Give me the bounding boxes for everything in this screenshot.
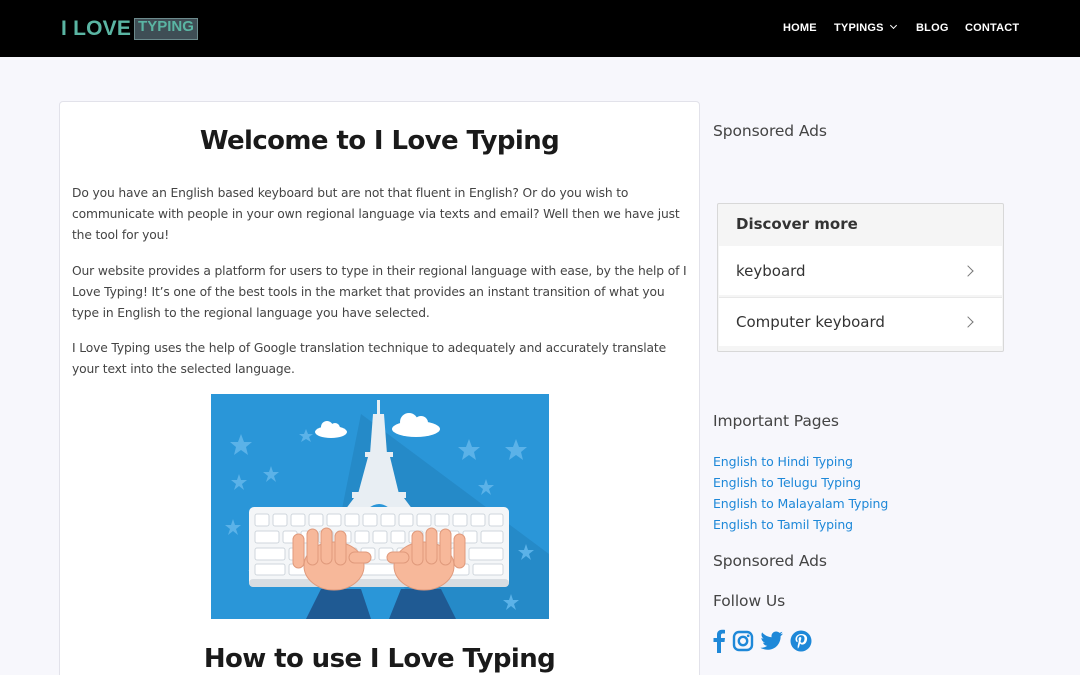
- instagram-icon[interactable]: [732, 630, 754, 656]
- twitter-icon[interactable]: [760, 631, 784, 655]
- chevron-right-icon: [962, 264, 974, 277]
- main-content-card: Welcome to I Love Typing Do you have an …: [59, 101, 700, 675]
- discover-item-label: Computer keyboard: [736, 313, 885, 331]
- nav-home[interactable]: HOME: [783, 22, 817, 34]
- logo-text-i-love: I LOVE: [61, 17, 132, 40]
- link-english-to-malayalam[interactable]: English to Malayalam Typing: [713, 493, 888, 514]
- chevron-right-icon: [962, 316, 974, 328]
- typing-illustration-icon: [211, 394, 549, 619]
- logo-text-typing: TYPING: [138, 18, 194, 35]
- pinterest-icon[interactable]: [790, 630, 812, 656]
- sponsored-ads-heading-top: Sponsored Ads: [713, 122, 827, 140]
- chevron-down-icon: [889, 21, 897, 30]
- link-english-to-tamil[interactable]: English to Tamil Typing: [713, 514, 888, 535]
- facebook-icon[interactable]: [712, 629, 726, 657]
- discover-item-label: keyboard: [736, 261, 806, 280]
- how-to-heading: How to use I Love Typing: [203, 644, 556, 674]
- site-logo[interactable]: I LOVE TYPING: [61, 17, 198, 41]
- discover-more-title: Discover more: [736, 215, 858, 233]
- important-pages-heading: Important Pages: [713, 412, 839, 430]
- discover-item-computer-keyboard[interactable]: Computer keyboard: [719, 297, 1002, 346]
- link-english-to-hindi[interactable]: English to Hindi Typing: [713, 451, 888, 472]
- nav-contact[interactable]: CONTACT: [965, 22, 1019, 34]
- hero-illustration: [211, 394, 549, 619]
- top-navbar: I LOVE TYPING HOME TYPINGS BLOG CONTACT: [0, 0, 1080, 57]
- social-icons: [712, 629, 812, 657]
- nav-blog[interactable]: BLOG: [916, 22, 949, 34]
- page-title: Welcome to I Love Typing: [199, 126, 560, 156]
- important-pages-list: English to Hindi Typing English to Telug…: [713, 451, 888, 535]
- intro-paragraph-3: I Love Typing uses the help of Google tr…: [72, 341, 667, 376]
- link-english-to-telugu[interactable]: English to Telugu Typing: [713, 472, 888, 493]
- follow-us-heading: Follow Us: [713, 592, 786, 610]
- intro-paragraph-2: Our website provides a platform for user…: [72, 264, 687, 320]
- nav-typings[interactable]: TYPINGS: [834, 21, 897, 34]
- intro-paragraph-1: Do you have an English based keyboard bu…: [72, 186, 680, 242]
- discover-item-keyboard[interactable]: keyboard: [719, 246, 1002, 295]
- logo-box: TYPING: [134, 18, 198, 40]
- nav-typings-label: TYPINGS: [834, 22, 884, 34]
- discover-more-box: Discover more keyboard Computer keyboard: [717, 203, 1004, 352]
- sponsored-ads-heading-bottom: Sponsored Ads: [713, 552, 827, 570]
